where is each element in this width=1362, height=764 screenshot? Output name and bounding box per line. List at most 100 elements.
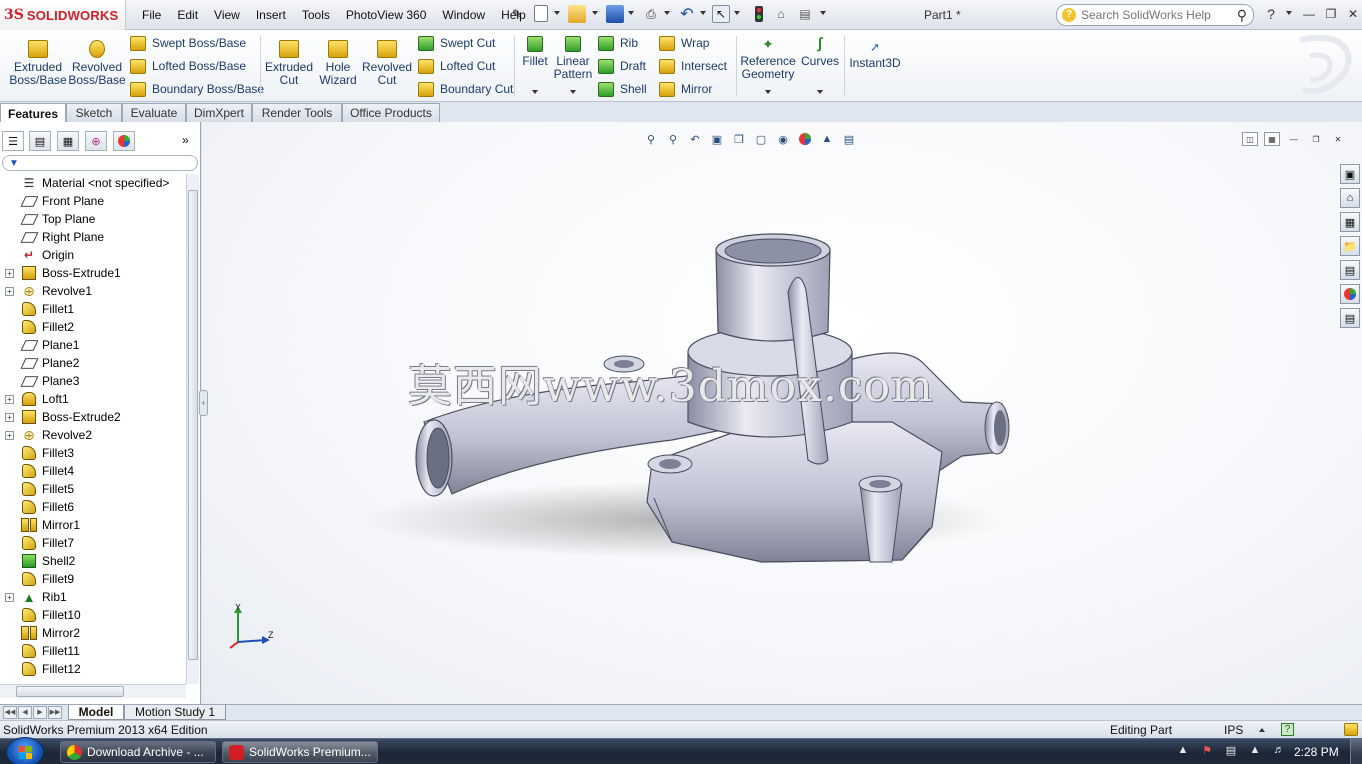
open-dropdown-icon[interactable] xyxy=(592,11,598,15)
start-button[interactable] xyxy=(6,737,44,764)
tab-motion-study-1[interactable]: Motion Study 1 xyxy=(124,705,226,720)
tab-dimxpert[interactable]: DimXpert xyxy=(186,103,252,122)
fillet-dropdown-icon[interactable] xyxy=(532,90,538,94)
pin-icon[interactable]: ✎ xyxy=(508,5,526,23)
tree-item[interactable]: + Loft1 xyxy=(0,390,186,408)
new-document-icon[interactable] xyxy=(534,5,548,22)
select-dropdown-icon[interactable] xyxy=(734,11,740,15)
tree-item[interactable]: Fillet6 xyxy=(0,498,186,516)
rib-button[interactable]: Rib xyxy=(598,34,638,52)
network-adapter-icon[interactable]: ▤ xyxy=(1224,743,1238,757)
shell-button[interactable]: Shell xyxy=(598,80,647,98)
lofted-cut-button[interactable]: Lofted Cut xyxy=(418,57,495,75)
swept-boss-button[interactable]: Swept Boss/Base xyxy=(130,34,246,52)
tree-item[interactable]: Fillet9 xyxy=(0,570,186,588)
mirror-button[interactable]: Mirror xyxy=(659,80,712,98)
fillet-button[interactable]: Fillet xyxy=(518,36,552,68)
wrap-button[interactable]: Wrap xyxy=(659,34,709,52)
menu-file[interactable]: File xyxy=(134,6,169,24)
tree-item[interactable]: Fillet12 xyxy=(0,660,186,678)
feature-tree-tab-icon[interactable]: ☰ xyxy=(2,131,24,151)
taskbar-solidworks[interactable]: SolidWorks Premium... xyxy=(222,741,378,763)
revolved-boss-button[interactable]: Revolved Boss/Base xyxy=(68,40,126,87)
dimxpert-manager-tab-icon[interactable]: ⊕ xyxy=(85,131,107,151)
restore-icon[interactable]: ❐ xyxy=(1322,6,1340,22)
scrollbar-thumb[interactable] xyxy=(16,686,124,697)
swept-cut-button[interactable]: Swept Cut xyxy=(418,34,495,52)
graphics-area[interactable]: ⚲ ⚲ ↶ ▣ ❐ ▢ ◉ ▲ ▤ ◫ ▦ — ❐ ✕ ▣ ⌂ ▦ 📁 ▤ ▤ xyxy=(202,122,1362,704)
instant3d-button[interactable]: ➚ Instant3D xyxy=(848,40,902,70)
search-icon[interactable]: ⚲ xyxy=(1237,7,1247,24)
taskbar-chrome[interactable]: Download Archive - ... xyxy=(60,741,216,763)
tree-item[interactable]: + ⊕ Revolve1 xyxy=(0,282,186,300)
curves-dropdown-icon[interactable] xyxy=(817,90,823,94)
tree-item[interactable]: Fillet11 xyxy=(0,642,186,660)
configuration-manager-tab-icon[interactable]: ▦ xyxy=(57,131,79,151)
reference-geometry-dropdown-icon[interactable] xyxy=(765,90,771,94)
rebuild-status-icon[interactable] xyxy=(1344,723,1358,736)
tree-item[interactable]: + ▲ Rib1 xyxy=(0,588,186,606)
tree-horizontal-scrollbar[interactable] xyxy=(0,684,186,698)
menu-tools[interactable]: Tools xyxy=(294,6,338,24)
tree-item[interactable]: Fillet3 xyxy=(0,444,186,462)
expand-toggle-icon[interactable]: + xyxy=(5,269,14,278)
tree-item[interactable]: Right Plane xyxy=(0,228,186,246)
lofted-boss-button[interactable]: Lofted Boss/Base xyxy=(130,57,246,75)
quick-tips-icon[interactable]: ? xyxy=(1281,723,1294,736)
expand-toggle-icon[interactable]: + xyxy=(5,413,14,422)
tree-item[interactable]: Fillet2 xyxy=(0,318,186,336)
expand-toggle-icon[interactable]: + xyxy=(5,431,14,440)
rebuild-icon[interactable] xyxy=(750,5,768,23)
help-icon[interactable]: ? xyxy=(1262,6,1280,22)
show-hidden-icons-icon[interactable]: ▲ xyxy=(1176,743,1190,757)
expand-panel-icon[interactable]: » xyxy=(182,133,189,147)
reference-geometry-button[interactable]: ✦ Reference Geometry xyxy=(740,36,796,81)
help-dropdown-icon[interactable] xyxy=(1286,11,1292,15)
menu-view[interactable]: View xyxy=(206,6,248,24)
tree-item[interactable]: Front Plane xyxy=(0,192,186,210)
tree-item[interactable]: + Boss-Extrude2 xyxy=(0,408,186,426)
menu-edit[interactable]: Edit xyxy=(169,6,206,24)
tab-render-tools[interactable]: Render Tools xyxy=(252,103,342,122)
undo-dropdown-icon[interactable] xyxy=(700,11,706,15)
tree-item[interactable]: + Boss-Extrude1 xyxy=(0,264,186,282)
action-center-icon[interactable]: ⚑ xyxy=(1200,743,1214,757)
panel-collapse-handle[interactable]: ‹ xyxy=(199,390,208,416)
print-dropdown-icon[interactable] xyxy=(664,11,670,15)
extruded-boss-button[interactable]: Extruded Boss/Base xyxy=(8,40,68,87)
close-icon[interactable]: ✕ xyxy=(1344,6,1362,22)
tab-office-products[interactable]: Office Products xyxy=(342,103,440,122)
tree-item[interactable]: Mirror2 xyxy=(0,624,186,642)
boundary-boss-button[interactable]: Boundary Boss/Base xyxy=(130,80,264,98)
tree-item[interactable]: Fillet5 xyxy=(0,480,186,498)
search-input[interactable] xyxy=(1081,8,1231,22)
tab-sketch[interactable]: Sketch xyxy=(66,103,122,122)
tree-vertical-scrollbar[interactable] xyxy=(186,174,199,684)
property-manager-tab-icon[interactable]: ▤ xyxy=(29,131,51,151)
tree-item[interactable]: Plane3 xyxy=(0,372,186,390)
undo-icon[interactable]: ↶ xyxy=(678,5,696,23)
open-folder-icon[interactable] xyxy=(568,5,586,23)
linear-pattern-button[interactable]: Linear Pattern xyxy=(552,36,594,81)
tree-filter[interactable]: ▼ xyxy=(2,155,198,171)
network-signal-icon[interactable]: ▲ xyxy=(1248,743,1262,757)
tree-item[interactable]: Plane2 xyxy=(0,354,186,372)
intersect-button[interactable]: Intersect xyxy=(659,57,727,75)
print-icon[interactable]: ⎙ xyxy=(642,5,660,23)
tree-item[interactable]: Fillet7 xyxy=(0,534,186,552)
last-tab-icon[interactable]: ▶▶ xyxy=(48,706,62,719)
revolved-cut-button[interactable]: Revolved Cut xyxy=(360,40,414,87)
new-dropdown-icon[interactable] xyxy=(554,11,560,15)
save-icon[interactable] xyxy=(606,5,624,23)
show-desktop-button[interactable] xyxy=(1350,739,1362,764)
curves-button[interactable]: ∫ Curves xyxy=(800,36,840,68)
tree-item[interactable]: Fillet10 xyxy=(0,606,186,624)
tree-item[interactable]: Mirror1 xyxy=(0,516,186,534)
tab-features[interactable]: Features xyxy=(0,103,66,123)
file-properties-icon[interactable]: ⌂ xyxy=(772,5,790,23)
units-dropdown-icon[interactable] xyxy=(1259,728,1265,732)
tree-item[interactable]: Top Plane xyxy=(0,210,186,228)
clock[interactable]: 2:28 PM xyxy=(1294,745,1339,759)
scrollbar-thumb[interactable] xyxy=(188,190,198,660)
pattern-dropdown-icon[interactable] xyxy=(570,90,576,94)
